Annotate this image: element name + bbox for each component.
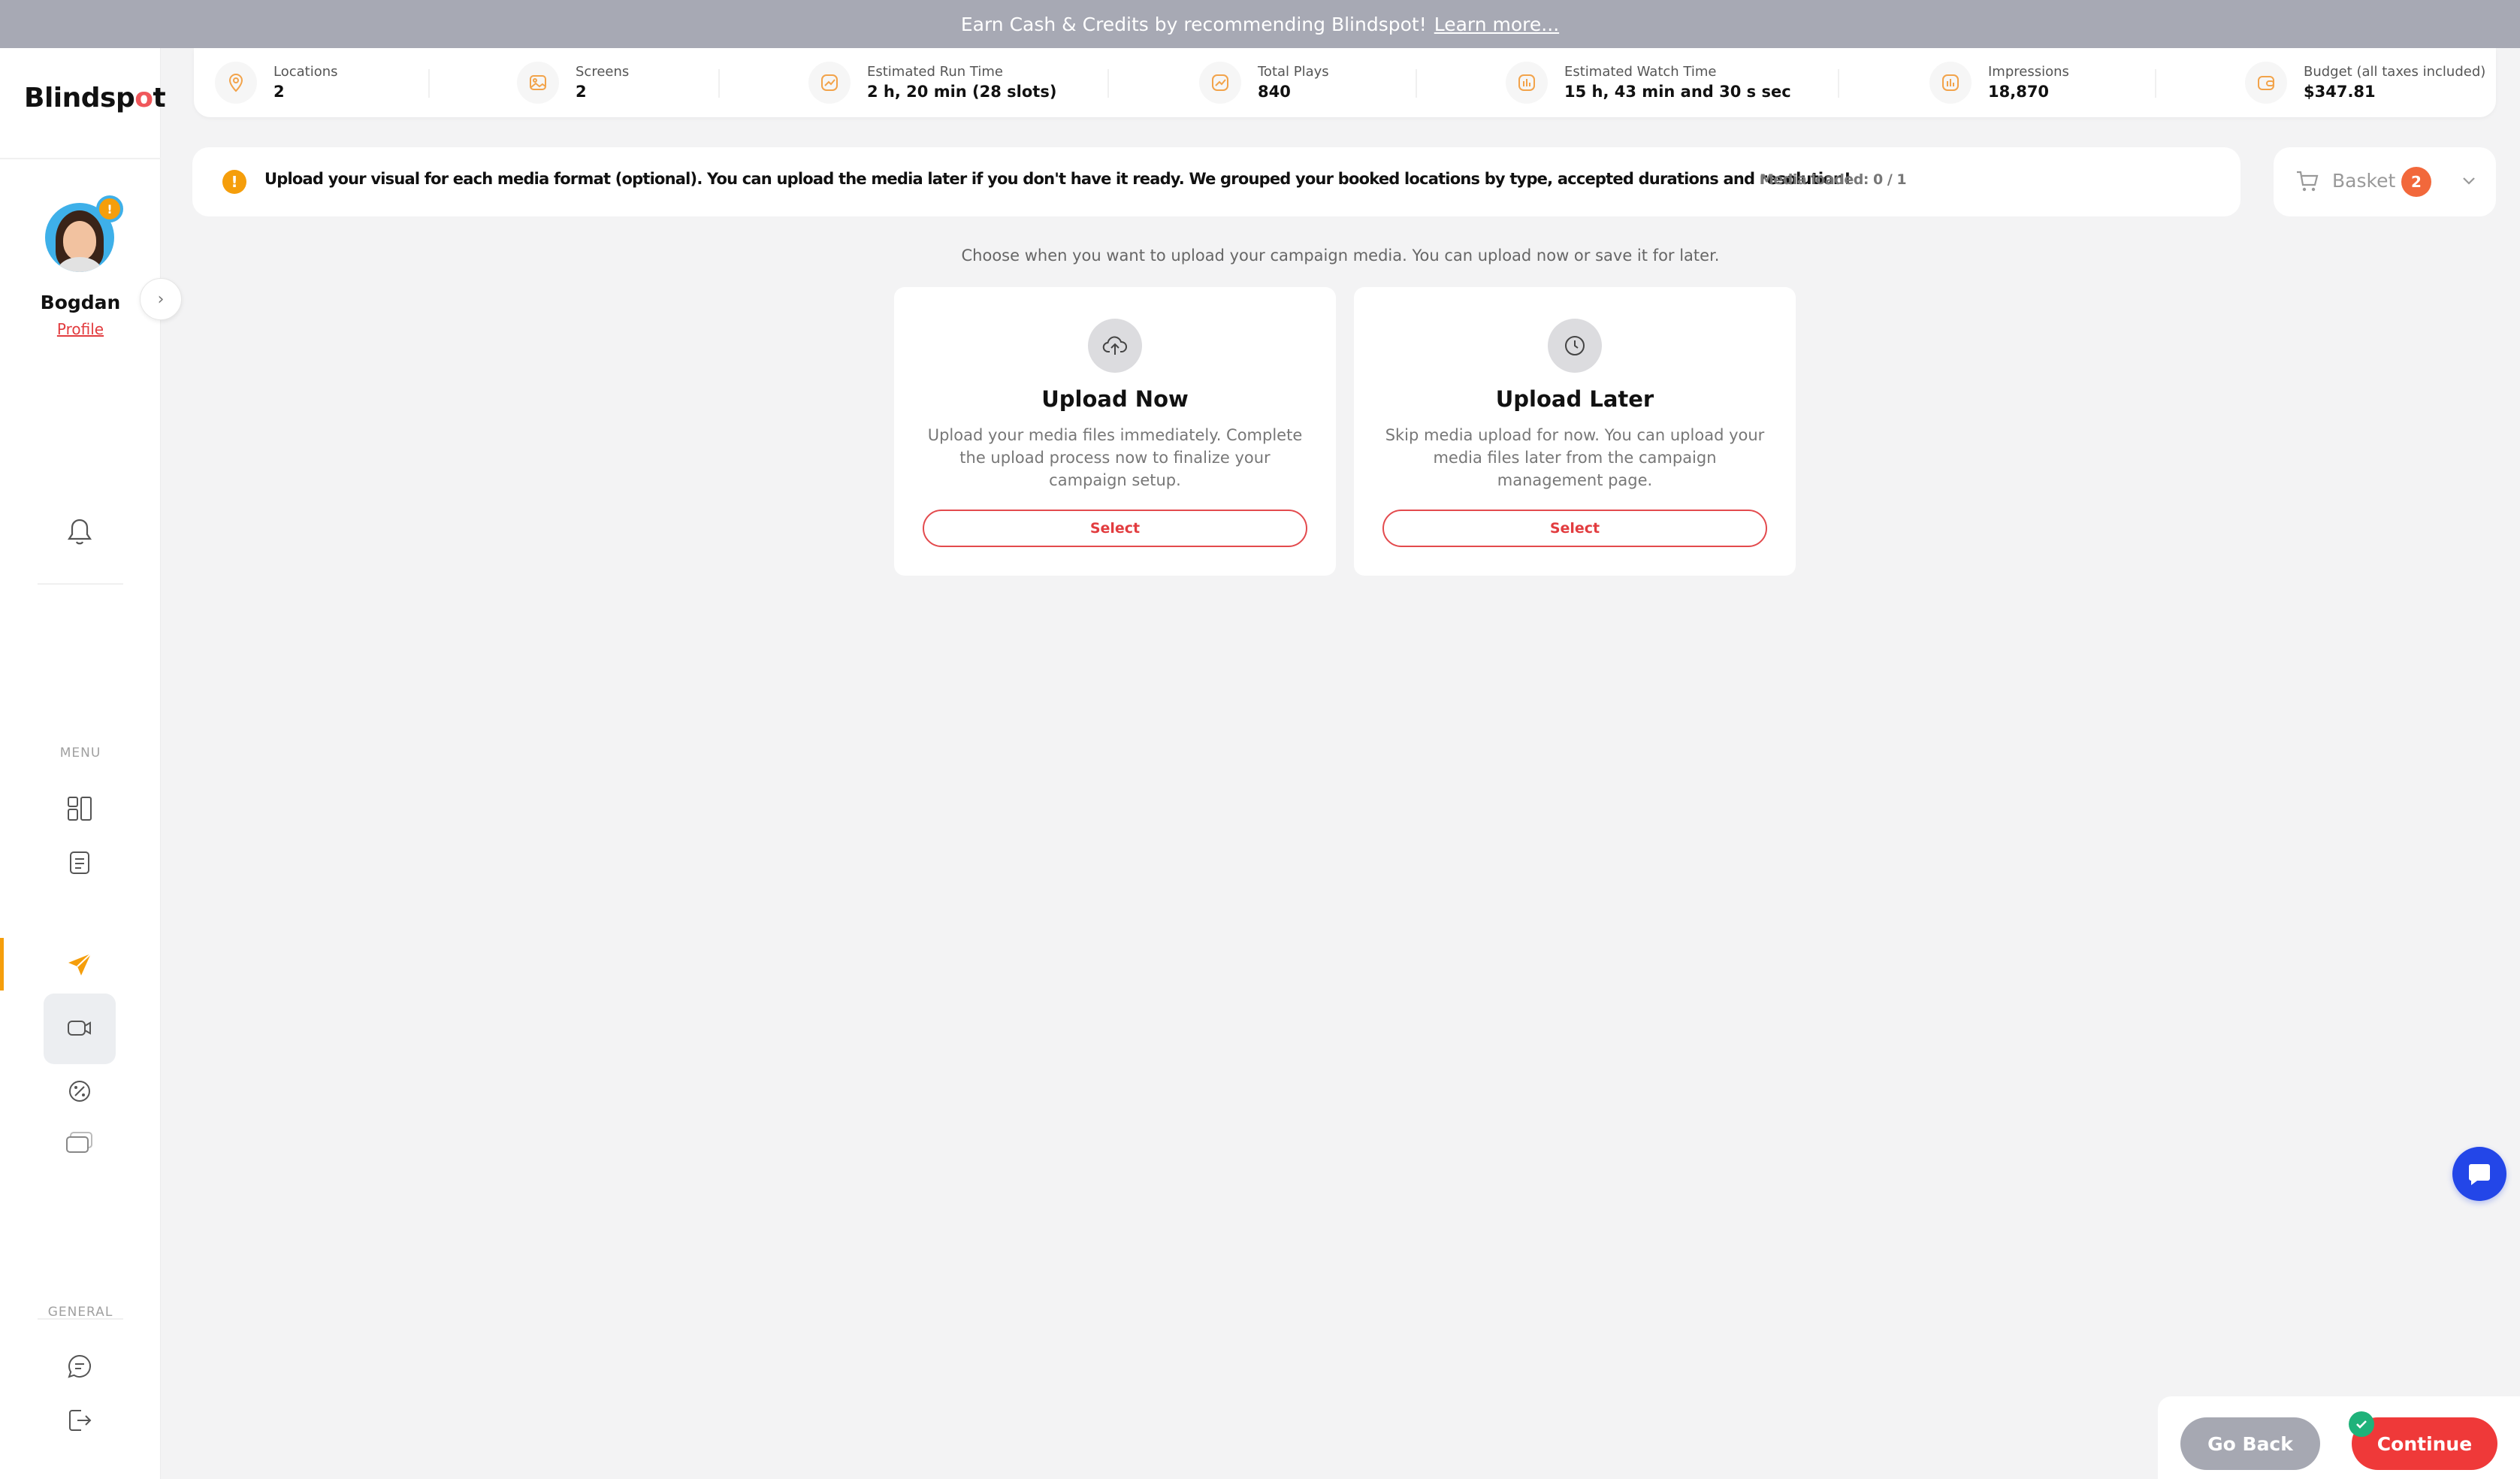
stat-locations: Locations 2 [215, 59, 338, 107]
avatar-alert-badge: ! [96, 195, 123, 222]
clock-icon [1548, 319, 1602, 373]
image-icon [517, 62, 559, 104]
upload-later-card: Upload Later Skip media upload for now. … [1354, 287, 1796, 576]
trend-up-icon [808, 62, 851, 104]
media-loaded-counter: Media loaded: 0 / 1 [1760, 171, 1907, 188]
bar-chart-icon [1506, 62, 1548, 104]
basket-dropdown[interactable]: Basket 2 [2274, 147, 2496, 216]
upload-now-card: Upload Now Upload your media files immed… [894, 287, 1336, 576]
campaign-stats-bar: Locations 2 Screens 2 Estimated Run Time 2 … [194, 48, 2496, 117]
option-title: Upload Now [1041, 386, 1189, 412]
promo-banner: Earn Cash & Credits by recommending Blin… [0, 0, 2520, 48]
stat-budget: Budget (all taxes included) $347.81 [2245, 59, 2485, 107]
stat-impressions: Impressions 18,870 [1929, 59, 2069, 107]
logout-icon[interactable] [60, 1401, 99, 1440]
divider [1838, 69, 1839, 98]
upload-choice-subtitle: Choose when you want to upload your camp… [961, 246, 1720, 265]
stat-label: Estimated Run Time [867, 64, 1003, 80]
stat-value: $347.81 [2304, 83, 2376, 101]
chat-bubbles-icon[interactable] [60, 1124, 99, 1163]
stat-screens: Screens 2 [517, 59, 629, 107]
stat-estimated-watch-time: Estimated Watch Time 15 h, 43 min and 30 … [1506, 59, 1791, 107]
video-icon[interactable] [60, 1009, 99, 1048]
stat-value: 840 [1258, 83, 1291, 101]
send-icon[interactable] [60, 945, 99, 984]
stat-total-plays: Total Plays 840 [1199, 59, 1329, 107]
basket-count-badge: 2 [2401, 167, 2431, 197]
chevron-down-icon [2458, 170, 2479, 194]
message-icon[interactable] [60, 1347, 99, 1386]
support-chat-button[interactable] [2452, 1147, 2506, 1201]
wallet-icon [2245, 62, 2287, 104]
user-name: Bogdan [40, 292, 121, 313]
go-back-button[interactable]: Go Back [2180, 1417, 2320, 1470]
stat-label: Impressions [1988, 64, 2069, 80]
location-pin-icon [215, 62, 257, 104]
cart-icon [2295, 168, 2320, 197]
menu-section-label: MENU [59, 746, 101, 761]
divider [38, 583, 123, 585]
document-icon[interactable] [60, 843, 99, 882]
active-indicator [0, 938, 4, 991]
general-section-label: GENERAL [47, 1305, 113, 1320]
divider [428, 69, 430, 98]
stat-estimated-run-time: Estimated Run Time 2 h, 20 min (28 slots) [808, 59, 1056, 107]
stat-label: Total Plays [1258, 64, 1329, 80]
chat-icon [2469, 1164, 2490, 1185]
divider [1107, 69, 1109, 98]
sidebar-expand-button[interactable]: › [140, 278, 182, 320]
option-description: Skip media upload for now. You can uploa… [1385, 426, 1765, 489]
stat-label: Locations [273, 64, 338, 80]
stat-value: 2 [273, 83, 285, 101]
promo-text: Earn Cash & Credits by recommending Blin… [960, 13, 1427, 35]
divider [0, 158, 161, 159]
stat-label: Estimated Watch Time [1564, 64, 1717, 80]
alert-icon: ! [222, 170, 246, 194]
stat-value: 2 h, 20 min (28 slots) [867, 83, 1057, 101]
upload-later-select-button[interactable]: Select [1382, 510, 1767, 547]
cloud-upload-icon [1088, 319, 1142, 373]
upload-now-select-button[interactable]: Select [923, 510, 1307, 547]
stat-label: Screens [576, 64, 630, 80]
stat-value: 18,870 [1988, 83, 2050, 101]
check-icon [2349, 1411, 2374, 1437]
divider [718, 69, 720, 98]
divider [1416, 69, 1417, 98]
dashboard-icon[interactable] [60, 789, 99, 828]
upload-info-bar: ! Upload your visual for each media form… [192, 147, 2241, 216]
bar-chart-icon [1929, 62, 1972, 104]
option-title: Upload Later [1495, 386, 1654, 412]
stat-value: 2 [576, 83, 587, 101]
profile-link[interactable]: Profile [0, 320, 161, 338]
upload-info-text: Upload your visual for each media format… [264, 170, 1851, 188]
bell-icon[interactable] [60, 513, 99, 552]
logo[interactable]: Blindspot [24, 83, 166, 113]
stat-value: 15 h, 43 min and 30 s sec [1564, 83, 1791, 101]
divider [2155, 69, 2156, 98]
discount-icon[interactable] [60, 1072, 99, 1111]
trend-up-icon [1199, 62, 1241, 104]
basket-label: Basket [2332, 170, 2396, 192]
option-description: Upload your media files immediately. Com… [927, 426, 1303, 489]
promo-learn-more-link[interactable]: Learn more... [1434, 14, 1559, 35]
stat-label: Budget (all taxes included) [2304, 64, 2486, 80]
